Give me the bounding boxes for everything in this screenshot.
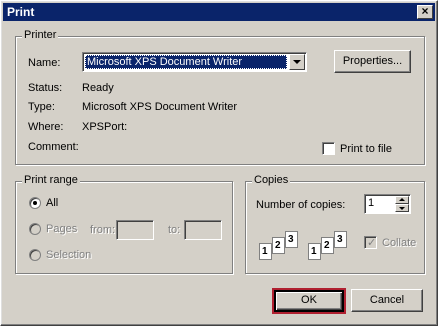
copies-value: 1 xyxy=(368,197,375,209)
page-3: 3 xyxy=(334,231,347,248)
type-value: Microsoft XPS Document Writer xyxy=(82,101,238,113)
pages-radio[interactable] xyxy=(29,223,41,235)
collate-label[interactable]: Collate xyxy=(382,237,416,249)
arrow-down-icon xyxy=(399,207,405,210)
printer-name-label: Name: xyxy=(28,57,61,69)
chevron-down-icon xyxy=(293,60,301,64)
all-label[interactable]: All xyxy=(46,197,58,209)
from-label: from: xyxy=(90,224,116,236)
to-label: to: xyxy=(168,224,181,236)
title-bar[interactable]: Print × xyxy=(3,3,435,21)
checkmark-icon: ✓ xyxy=(367,237,377,249)
copies-spinner[interactable]: 1 xyxy=(364,194,411,214)
collate-icon-second: 3 2 1 xyxy=(308,229,354,263)
spin-down-button[interactable] xyxy=(395,204,409,212)
number-of-copies-label: Number of copies: xyxy=(256,199,346,211)
page-1: 1 xyxy=(308,243,321,260)
spin-up-button[interactable] xyxy=(395,196,409,204)
collate-checkbox[interactable]: ✓ xyxy=(364,236,377,249)
properties-button[interactable]: Properties... xyxy=(334,50,411,73)
printer-name-select[interactable]: Microsoft XPS Document Writer xyxy=(82,52,307,72)
copies-group-label: Copies xyxy=(252,174,291,186)
page-3: 3 xyxy=(285,231,298,248)
ok-button[interactable]: OK xyxy=(274,290,344,312)
dropdown-button[interactable] xyxy=(289,54,305,70)
radio-selected-dot xyxy=(33,201,37,205)
print-dialog: Print × Printer Name: Microsoft XPS Docu… xyxy=(0,0,438,326)
cancel-button[interactable]: Cancel xyxy=(351,289,423,312)
print-to-file-label[interactable]: Print to file xyxy=(340,143,392,155)
printer-name-value: Microsoft XPS Document Writer xyxy=(85,55,287,69)
type-label: Type: xyxy=(28,101,55,113)
page-2: 2 xyxy=(272,237,285,254)
selection-label[interactable]: Selection xyxy=(46,249,91,261)
to-field[interactable] xyxy=(184,220,222,240)
all-radio[interactable] xyxy=(29,197,41,209)
pages-label[interactable]: Pages xyxy=(46,223,77,235)
where-label: Where: xyxy=(28,121,64,133)
arrow-up-icon xyxy=(399,198,405,201)
close-icon[interactable]: × xyxy=(417,5,433,19)
where-value: XPSPort: xyxy=(82,121,128,133)
comment-label: Comment: xyxy=(28,141,79,153)
collate-icon: 3 2 1 xyxy=(259,229,305,263)
status-label: Status: xyxy=(28,82,63,94)
page-1: 1 xyxy=(259,243,272,260)
selection-radio[interactable] xyxy=(29,249,41,261)
page-2: 2 xyxy=(321,237,334,254)
print-range-group-label: Print range xyxy=(22,174,80,186)
printer-group-label: Printer xyxy=(22,29,59,41)
status-value: Ready xyxy=(82,82,114,94)
print-to-file-checkbox[interactable] xyxy=(322,142,335,155)
window-title: Print xyxy=(7,5,35,19)
from-field[interactable] xyxy=(116,220,154,240)
